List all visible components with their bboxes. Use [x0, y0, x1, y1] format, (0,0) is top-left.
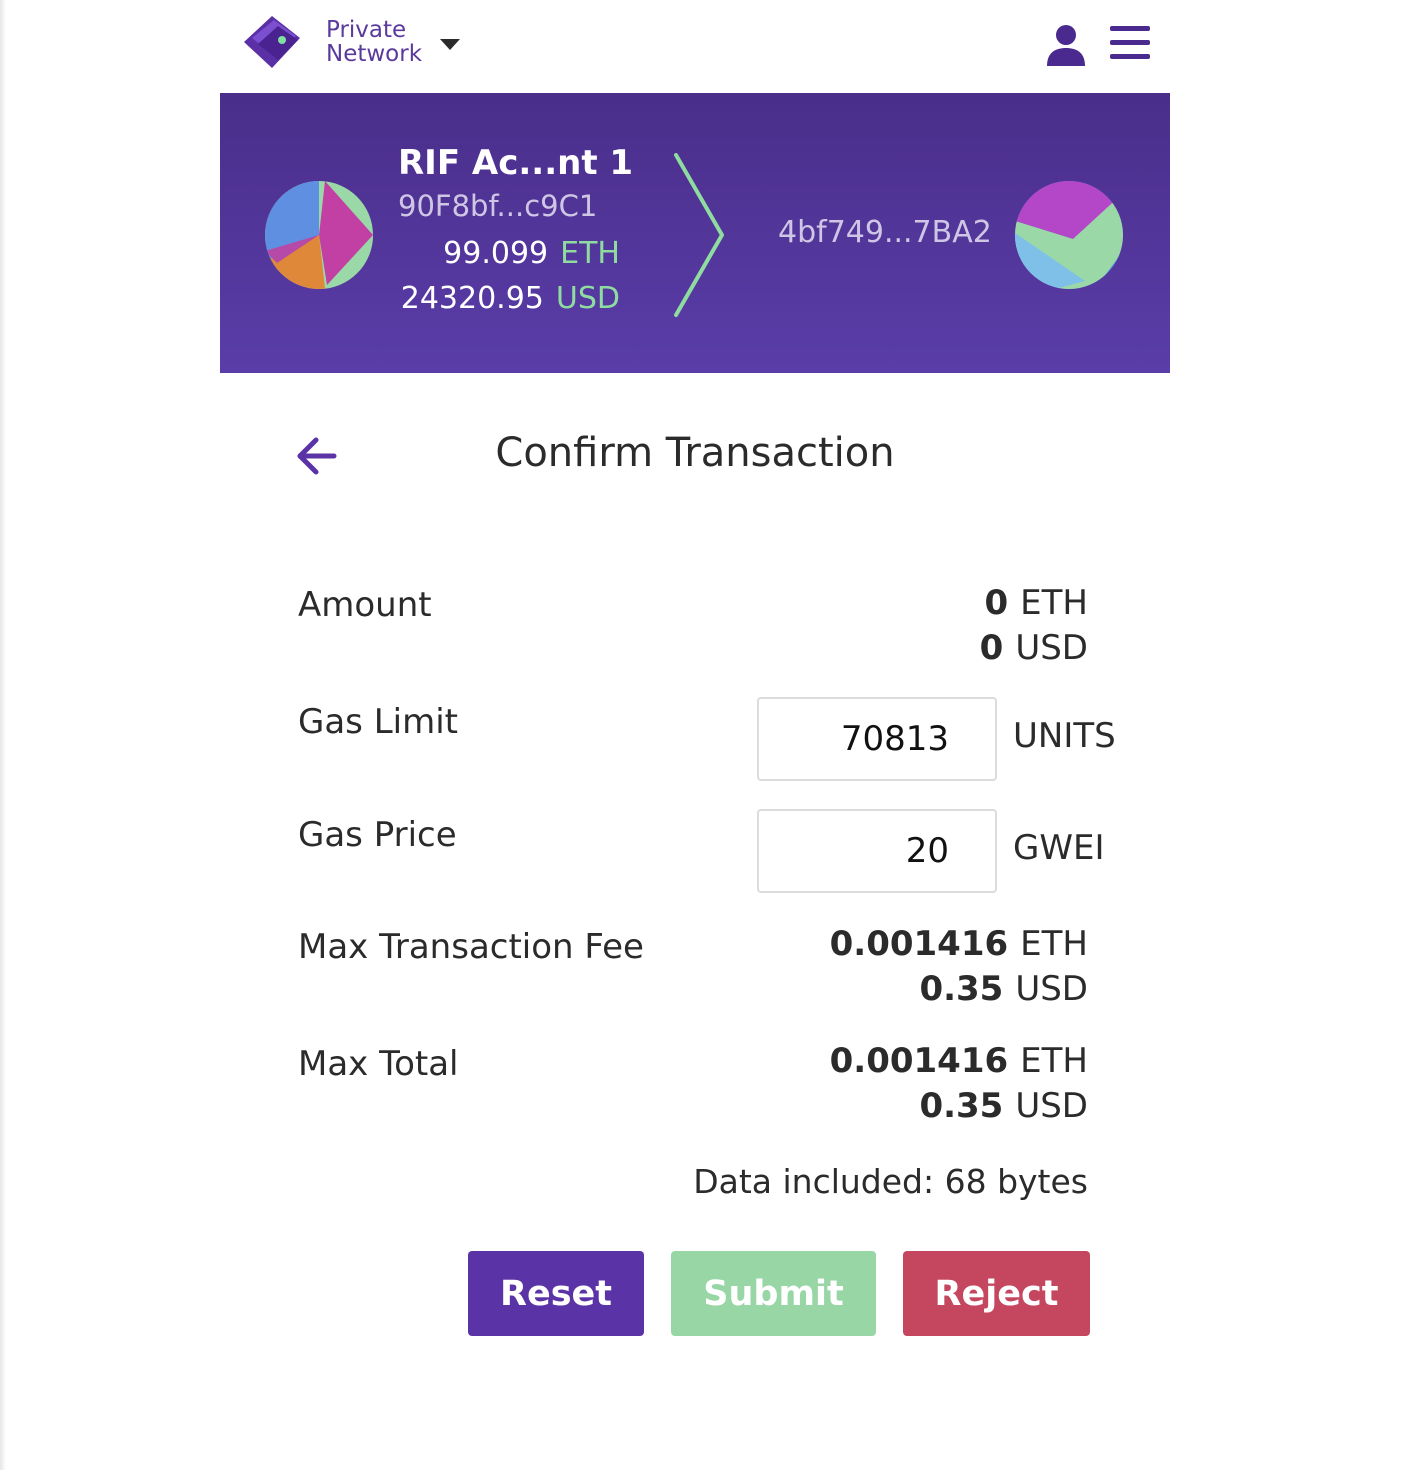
top-bar: Private Network	[220, 0, 1170, 93]
account-header: RIF Ac...nt 1 90F8bf...c9C1 99.099 ETH 24…	[220, 93, 1170, 373]
to-account-identicon	[1015, 181, 1123, 289]
network-label-line2: Network	[326, 41, 423, 67]
gas-price-unit: GWEI	[1013, 828, 1105, 868]
max-total-eth: 0.001416 ETH	[830, 1041, 1088, 1081]
max-total-usd: 0.35 USD	[919, 1086, 1088, 1126]
reject-button[interactable]: Reject	[903, 1251, 1090, 1336]
gas-price-label: Gas Price	[298, 815, 457, 855]
page-title: Confirm Transaction	[495, 430, 895, 476]
network-label-line1: Private	[326, 17, 407, 43]
caret-down-icon	[440, 39, 460, 50]
max-fee-eth-value: 0.001416	[829, 924, 1009, 964]
reset-button[interactable]: Reset	[468, 1251, 644, 1336]
max-fee-label: Max Transaction Fee	[298, 927, 644, 967]
max-total-label: Max Total	[298, 1044, 459, 1084]
max-total-usd-value: 0.35	[919, 1086, 1004, 1126]
max-fee-usd: 0.35 USD	[919, 969, 1088, 1009]
gas-limit-input[interactable]	[757, 697, 997, 781]
amount-label: Amount	[298, 585, 432, 625]
user-icon[interactable]	[1046, 24, 1086, 66]
wallet-logo-icon	[244, 16, 300, 68]
amount-usd-unit: USD	[1015, 628, 1088, 668]
gas-limit-unit: UNITS	[1013, 716, 1116, 756]
from-account-name: RIF Ac...nt 1	[398, 143, 634, 183]
data-included-text: Data included: 68 bytes	[693, 1162, 1088, 1201]
from-balance-usd: 24320.95 USD	[401, 281, 620, 316]
from-account-address: 90F8bf...c9C1	[398, 189, 598, 223]
max-total-usd-unit: USD	[1015, 1086, 1088, 1126]
max-fee-usd-value: 0.35	[919, 969, 1004, 1009]
max-fee-eth-unit: ETH	[1020, 924, 1088, 964]
balance-usd-value: 24320.95	[400, 281, 544, 316]
gas-price-input[interactable]	[757, 809, 997, 893]
amount-usd-value: 0	[979, 628, 1004, 668]
submit-button[interactable]: Submit	[671, 1251, 876, 1336]
balance-eth-value: 99.099	[443, 236, 549, 271]
amount-eth-unit: ETH	[1020, 583, 1088, 623]
chevron-right-icon	[674, 153, 724, 317]
from-account-identicon	[265, 181, 373, 289]
max-total-eth-value: 0.001416	[829, 1041, 1009, 1081]
max-fee-usd-unit: USD	[1015, 969, 1088, 1009]
amount-eth-value: 0	[984, 583, 1009, 623]
amount-eth: 0 ETH	[985, 583, 1089, 623]
max-fee-eth: 0.001416 ETH	[830, 924, 1088, 964]
page-edge-shadow	[0, 0, 6, 1470]
balance-usd-unit: USD	[555, 281, 620, 316]
balance-eth-unit: ETH	[560, 236, 620, 271]
amount-usd: 0 USD	[980, 628, 1088, 668]
hamburger-menu-icon[interactable]	[1110, 25, 1150, 61]
to-account-address: 4bf749...7BA2	[778, 215, 992, 250]
gas-limit-label: Gas Limit	[298, 702, 458, 742]
network-selector[interactable]: Private Network	[326, 17, 460, 67]
max-total-eth-unit: ETH	[1020, 1041, 1088, 1081]
from-balance-eth: 99.099 ETH	[443, 236, 620, 271]
